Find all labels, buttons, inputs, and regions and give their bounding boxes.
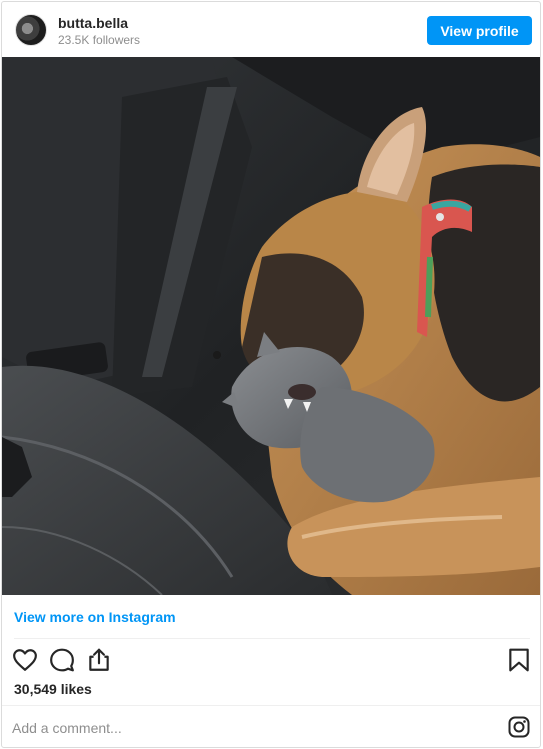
like-count: 30,549 likes: [14, 681, 92, 697]
divider: [14, 638, 530, 639]
instagram-embed-card: butta.bella 23.5K followers View profile: [1, 1, 541, 748]
follower-count: 23.5K followers: [58, 33, 141, 47]
post-header: butta.bella 23.5K followers View profile: [2, 2, 540, 57]
view-profile-button[interactable]: View profile: [427, 16, 532, 45]
username[interactable]: butta.bella: [58, 15, 128, 31]
instagram-icon[interactable]: [507, 715, 531, 739]
post-photo[interactable]: [2, 57, 540, 595]
comment-input[interactable]: [12, 716, 492, 740]
avatar[interactable]: [15, 14, 47, 46]
bookmark-icon[interactable]: [506, 647, 532, 673]
heart-icon[interactable]: [12, 647, 38, 673]
view-more-link[interactable]: View more on Instagram: [14, 609, 176, 625]
comment-icon[interactable]: [49, 647, 75, 673]
action-bar: [2, 647, 540, 677]
divider: [2, 705, 540, 706]
share-icon[interactable]: [86, 647, 112, 673]
